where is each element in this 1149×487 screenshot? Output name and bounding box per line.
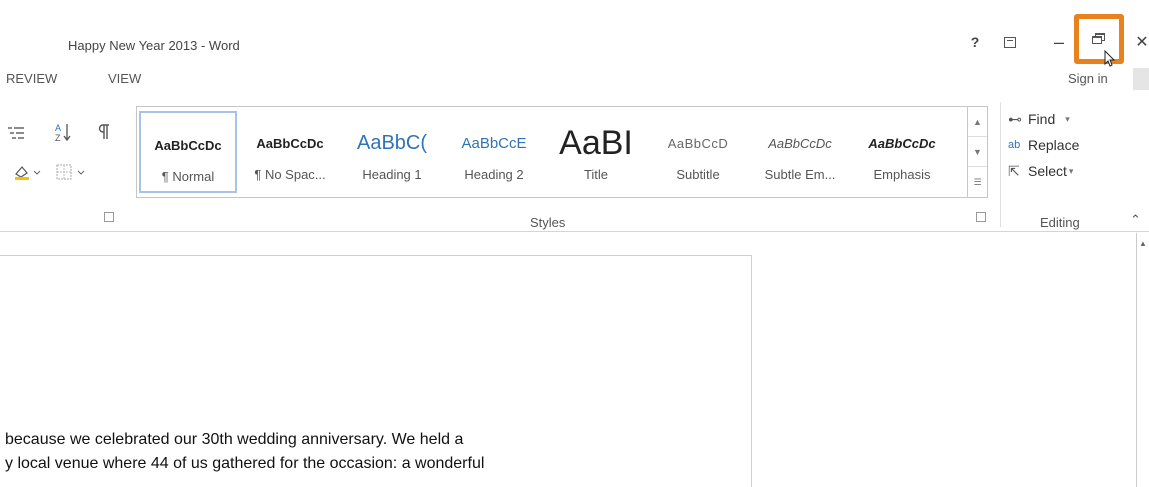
- styles-gallery: AaBbCcDc ¶ Normal AaBbCcDc ¶ No Spac... …: [136, 106, 988, 198]
- style-no-spacing[interactable]: AaBbCcDc ¶ No Spac...: [241, 111, 339, 193]
- select-button[interactable]: ⇱ Select ▾: [1008, 158, 1108, 184]
- shading-icon[interactable]: [14, 164, 44, 180]
- style-label: Title: [583, 167, 609, 182]
- style-heading-1[interactable]: AaBbC( Heading 1: [343, 111, 441, 193]
- chevron-down-icon: ▾: [1068, 165, 1074, 176]
- replace-icon: ab: [1008, 139, 1021, 151]
- tab-view[interactable]: VIEW: [102, 68, 147, 90]
- styles-group-label: Styles: [530, 215, 566, 230]
- style-label: ¶ Normal: [161, 169, 215, 184]
- style-preview: AaBbCcD: [667, 135, 729, 151]
- gallery-scroll-up-icon[interactable]: ▲: [968, 107, 987, 137]
- scroll-up-icon[interactable]: ▲: [1139, 239, 1147, 248]
- editing-group: ⊷ Find ▾ ab Replace ⇱ Select ▾: [1008, 106, 1108, 184]
- paragraph-group: AZ: [0, 92, 130, 232]
- gallery-scroll-down-icon[interactable]: ▼: [968, 137, 987, 167]
- style-preview: AaBbCcDc: [154, 137, 222, 153]
- select-label: Select: [1028, 163, 1067, 179]
- style-label: Emphasis: [873, 167, 931, 182]
- sort-icon[interactable]: AZ: [55, 122, 71, 142]
- style-heading-2[interactable]: AaBbCcE Heading 2: [445, 111, 543, 193]
- style-preview: AaBbCcDc: [868, 135, 936, 151]
- ribbon: AZ AaBbCcDc ¶ Normal AaBbCcDc ¶ No Spac.…: [0, 92, 1149, 232]
- style-preview: AaBbCcDc: [256, 135, 324, 151]
- find-button[interactable]: ⊷ Find ▾: [1008, 106, 1108, 132]
- document-page[interactable]: because we celebrated our 30th wedding a…: [0, 255, 752, 487]
- style-title[interactable]: AaBI Title: [547, 111, 645, 193]
- document-area: because we celebrated our 30th wedding a…: [0, 233, 1149, 487]
- styles-dialog-launcher[interactable]: [976, 212, 986, 222]
- style-preview: AaBbC(: [356, 131, 428, 154]
- restore-down-button[interactable]: [1074, 14, 1124, 64]
- ribbon-display-icon: [1004, 36, 1016, 48]
- chevron-down-icon: ▾: [1065, 113, 1070, 124]
- vertical-scrollbar[interactable]: ▲: [1136, 233, 1149, 487]
- multilevel-list-icon[interactable]: [8, 126, 24, 140]
- tab-review[interactable]: REVIEW: [0, 68, 63, 90]
- style-label: ¶ No Spac...: [254, 167, 326, 182]
- ribbon-display-options-button[interactable]: [996, 28, 1024, 56]
- borders-icon[interactable]: [56, 164, 90, 180]
- style-preview: AaBbCcDc: [768, 135, 832, 151]
- style-normal[interactable]: AaBbCcDc ¶ Normal: [139, 111, 237, 193]
- title-bar: Happy New Year 2013 - Word ? – ✕: [0, 0, 1149, 67]
- editing-group-label: Editing: [1040, 215, 1080, 230]
- style-preview: AaBbCcE: [461, 134, 527, 152]
- document-line: y local venue where 44 of us gathered fo…: [5, 455, 485, 472]
- paragraph-dialog-launcher[interactable]: [104, 212, 114, 222]
- window-title: Happy New Year 2013 - Word: [68, 38, 240, 53]
- group-separator: [1000, 102, 1001, 227]
- svg-text:Z: Z: [55, 133, 61, 142]
- style-subtitle[interactable]: AaBbCcD Subtitle: [649, 111, 747, 193]
- account-icon[interactable]: [1133, 68, 1149, 90]
- style-subtle-emphasis[interactable]: AaBbCcDc Subtle Em...: [751, 111, 849, 193]
- document-line: because we celebrated our 30th wedding a…: [5, 431, 464, 448]
- styles-gallery-scroll: ▲ ▼ ☰: [967, 107, 987, 197]
- find-label: Find: [1028, 111, 1056, 127]
- restore-icon: [1092, 33, 1106, 45]
- style-label: Heading 1: [362, 167, 422, 182]
- style-label: Heading 2: [464, 167, 524, 182]
- close-button[interactable]: ✕: [1128, 28, 1149, 56]
- style-emphasis[interactable]: AaBbCcDc Emphasis: [853, 111, 951, 193]
- replace-label: Replace: [1028, 137, 1080, 153]
- sign-in-link[interactable]: Sign in: [1068, 71, 1108, 86]
- style-preview: AaBI: [559, 125, 633, 161]
- help-button[interactable]: ?: [961, 28, 989, 56]
- show-formatting-icon[interactable]: [98, 124, 110, 140]
- minimize-button[interactable]: –: [1045, 28, 1073, 56]
- select-arrow-icon: ⇱: [1008, 162, 1020, 179]
- gallery-more-icon[interactable]: ☰: [968, 167, 987, 197]
- close-icon: ✕: [1135, 34, 1149, 51]
- minimize-icon: –: [1053, 31, 1064, 52]
- binoculars-icon: ⊷: [1008, 110, 1022, 127]
- mouse-cursor-icon: [1104, 50, 1116, 67]
- style-label: Subtitle: [676, 167, 720, 182]
- style-label: Subtle Em...: [764, 167, 836, 182]
- svg-text:A: A: [55, 123, 61, 133]
- collapse-ribbon-icon[interactable]: ⌃: [1130, 212, 1141, 228]
- replace-button[interactable]: ab Replace: [1008, 132, 1108, 158]
- help-icon: ?: [970, 34, 980, 50]
